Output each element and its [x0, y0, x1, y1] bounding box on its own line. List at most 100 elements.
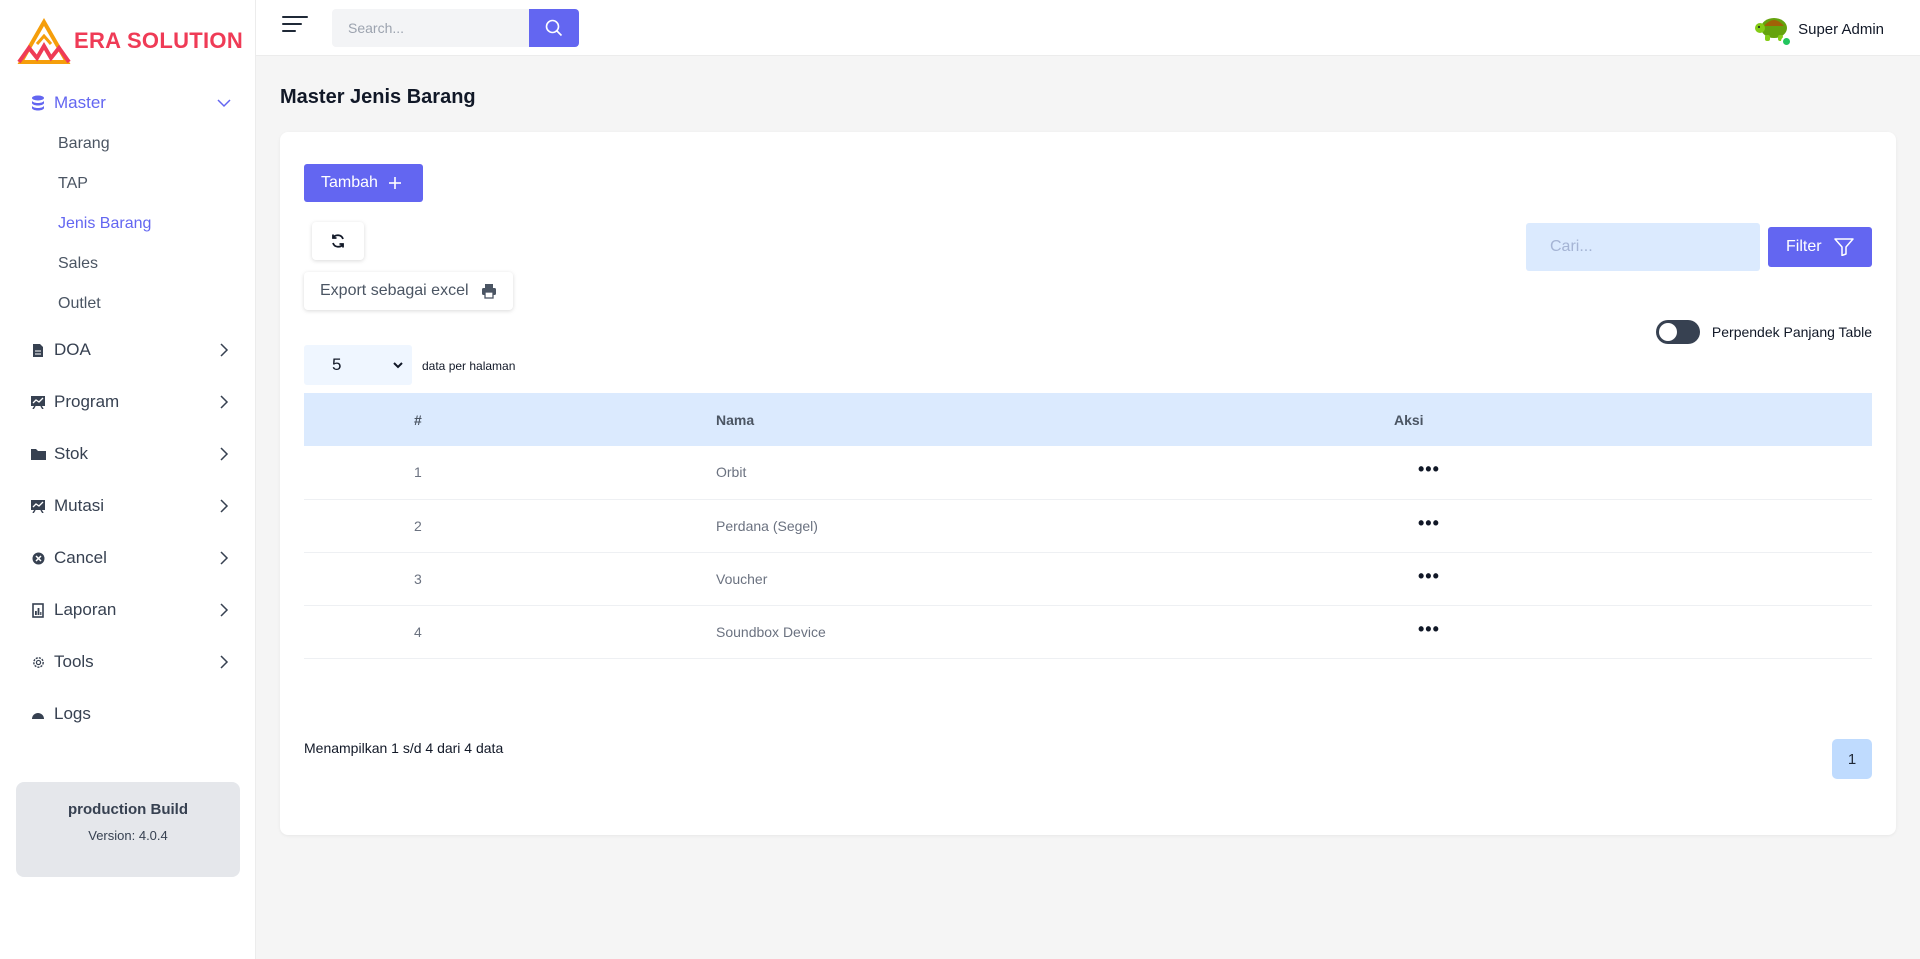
- add-button-label: Tambah: [321, 174, 378, 191]
- table-row: 3 Voucher •••: [304, 552, 1872, 606]
- chevron-right-icon: [220, 343, 229, 357]
- shorten-table-toggle[interactable]: [1655, 320, 1700, 344]
- sidebar-item-label: Cancel: [54, 548, 107, 567]
- more-actions-icon[interactable]: •••: [1418, 567, 1440, 585]
- cell-number: 2: [304, 499, 716, 553]
- content-card: Tambah Export sebagai excel Filter Perpe…: [280, 132, 1896, 835]
- sidebar-item-label: Logs: [54, 704, 91, 723]
- cell-nama: Soundbox Device: [716, 605, 1394, 659]
- chevron-right-icon: [220, 655, 229, 669]
- sidebar-item-label: Master: [54, 93, 106, 112]
- sidebar-subitem-outlet[interactable]: Outlet: [58, 284, 256, 324]
- folder-icon: [30, 446, 46, 462]
- build-info: production Build Version: 4.0.4: [16, 782, 240, 877]
- column-header-number: #: [414, 411, 422, 428]
- document-icon: [30, 342, 46, 358]
- filter-button[interactable]: Filter: [1768, 227, 1872, 267]
- table-row: 2 Perdana (Segel) •••: [304, 499, 1872, 553]
- avatar: [1754, 12, 1793, 47]
- cell-number: 1: [304, 446, 716, 500]
- sidebar-item-program[interactable]: Program: [0, 376, 256, 428]
- pagination-page-button[interactable]: 1: [1832, 739, 1872, 779]
- filter-button-label: Filter: [1786, 238, 1822, 255]
- sidebar-subitem-barang[interactable]: Barang: [58, 124, 256, 164]
- column-header-aksi: Aksi: [1394, 411, 1424, 428]
- sidebar-item-logs[interactable]: Logs: [0, 688, 256, 740]
- cell-nama: Orbit: [716, 446, 1394, 500]
- sidebar-subitem-jenis-barang[interactable]: Jenis Barang: [58, 204, 256, 244]
- database-icon: [30, 95, 46, 111]
- data-table: # Nama Aksi 1 Orbit ••• 2 Perdana (Segel…: [304, 393, 1872, 659]
- more-actions-icon[interactable]: •••: [1418, 620, 1440, 638]
- sidebar-item-master[interactable]: Master: [0, 82, 256, 124]
- sidebar-item-mutasi[interactable]: Mutasi: [0, 480, 256, 532]
- per-page-select[interactable]: 5: [304, 345, 412, 385]
- export-excel-button[interactable]: Export sebagai excel: [304, 272, 513, 310]
- user-name: Super Admin: [1798, 20, 1884, 38]
- logs-icon: [30, 706, 46, 722]
- table-row: 4 Soundbox Device •••: [304, 605, 1872, 659]
- cell-number: 4: [304, 605, 716, 659]
- chart-board-icon: [30, 498, 46, 514]
- shorten-table-toggle-group: Perpendek Panjang Table: [1655, 320, 1872, 344]
- table-search-input[interactable]: [1526, 223, 1760, 271]
- plus-icon: [388, 177, 401, 189]
- search-button[interactable]: [529, 9, 579, 47]
- sidebar-item-label: Program: [54, 392, 120, 411]
- add-button[interactable]: Tambah: [304, 164, 423, 202]
- sidebar-item-stok[interactable]: Stok: [0, 428, 256, 480]
- sidebar-item-doa[interactable]: DOA: [0, 324, 256, 376]
- table-header-row: # Nama Aksi: [304, 393, 1872, 446]
- cell-nama: Voucher: [716, 552, 1394, 606]
- per-page-value: 5: [332, 355, 342, 374]
- pagination-summary: Menampilkan 1 s/d 4 dari 4 data: [304, 740, 504, 756]
- online-status-dot: [1781, 36, 1793, 47]
- brand-name: ERA SOLUTION: [74, 28, 244, 53]
- search-icon: [545, 19, 563, 37]
- chevron-right-icon: [220, 395, 229, 409]
- era-logo-icon: [17, 18, 71, 64]
- cell-number: 3: [304, 552, 716, 606]
- more-actions-icon[interactable]: •••: [1418, 514, 1440, 532]
- sidebar-subitem-sales[interactable]: Sales: [58, 244, 256, 284]
- chevron-down-icon: [217, 99, 231, 108]
- brand-logo[interactable]: ERA SOLUTION: [15, 18, 243, 64]
- chevron-right-icon: [220, 499, 229, 513]
- master-submenu: Barang TAP Jenis Barang Sales Outlet: [0, 124, 256, 324]
- sidebar-item-tools[interactable]: Tools: [0, 636, 256, 688]
- sidebar-item-label: Mutasi: [54, 496, 105, 515]
- sidebar-item-label: DOA: [54, 340, 91, 359]
- sidebar: ERA SOLUTION Master Barang TAP Jenis Bar…: [0, 0, 256, 959]
- refresh-icon: [332, 234, 344, 248]
- chevron-right-icon: [220, 551, 229, 565]
- refresh-button[interactable]: [312, 222, 364, 260]
- chevron-right-icon: [220, 603, 229, 617]
- filter-icon: [1833, 238, 1854, 256]
- sidebar-item-cancel[interactable]: Cancel: [0, 532, 256, 584]
- sidebar-item-label: Stok: [54, 444, 89, 463]
- cell-nama: Perdana (Segel): [716, 499, 1394, 553]
- build-version: Version: 4.0.4: [88, 828, 168, 843]
- chart-board-icon: [30, 394, 46, 410]
- search-input[interactable]: [332, 9, 530, 47]
- page-title: Master Jenis Barang: [280, 86, 476, 108]
- sidebar-item-label: Tools: [54, 652, 94, 671]
- toggle-label: Perpendek Panjang Table: [1711, 324, 1872, 340]
- per-page-label: data per halaman: [422, 359, 516, 373]
- export-button-label: Export sebagai excel: [320, 282, 469, 299]
- report-icon: [30, 602, 46, 618]
- toggle-knob: [1658, 323, 1677, 341]
- chevron-right-icon: [220, 447, 229, 461]
- build-title: production Build: [68, 801, 188, 818]
- more-actions-icon[interactable]: •••: [1418, 460, 1440, 478]
- sidebar-item-laporan[interactable]: Laporan: [0, 584, 256, 636]
- printer-icon: [481, 284, 496, 299]
- gear-icon: [30, 654, 46, 670]
- menu-toggle-icon[interactable]: [282, 16, 308, 36]
- cancel-circle-icon: [30, 550, 46, 566]
- sidebar-nav: Master Barang TAP Jenis Barang Sales Out…: [0, 82, 256, 740]
- sidebar-subitem-tap[interactable]: TAP: [58, 164, 256, 204]
- topbar: Super Admin: [256, 0, 1920, 56]
- user-menu[interactable]: Super Admin: [1754, 12, 1884, 47]
- table-row: 1 Orbit •••: [304, 446, 1872, 500]
